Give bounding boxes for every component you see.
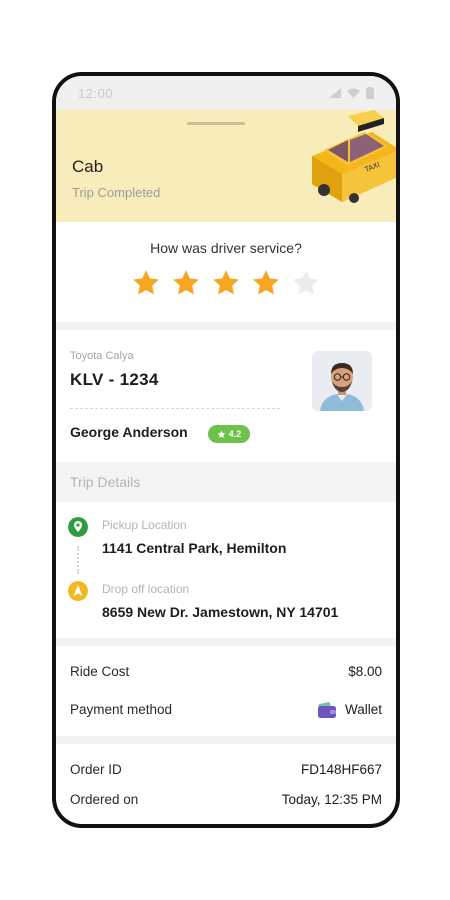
driver-rating-value: 4.2 (228, 429, 242, 439)
driver-name: George Anderson (70, 424, 188, 440)
taxi-icon: TAXI (312, 110, 396, 203)
status-time: 12:00 (78, 85, 114, 101)
dropoff-location: Drop off location 8659 New Dr. Jamestown… (56, 578, 396, 634)
payment-method-label: Payment method (70, 701, 173, 717)
order-id-label: Order ID (70, 761, 122, 777)
header-subtitle: Trip Completed (72, 185, 161, 200)
ride-cost-value: $8.00 (348, 663, 382, 679)
dropoff-address: 8659 New Dr. Jamestown, NY 14701 (102, 604, 339, 620)
section-divider (56, 322, 396, 330)
rating-section: How was driver service? (56, 222, 396, 322)
wallet-icon (317, 702, 336, 718)
phone-frame: 12:00 Cab Trip Completed TAXI How was dr… (52, 72, 400, 828)
rating-question: How was driver service? (150, 240, 302, 256)
ordered-on-label: Ordered on (70, 791, 139, 807)
star-empty-icon[interactable] (291, 268, 321, 298)
trip-details-title: Trip Details (70, 474, 141, 490)
dropoff-label: Drop off location (102, 582, 190, 596)
driver-rating-badge: 4.2 (208, 425, 250, 443)
license-plate: KLV - 1234 (70, 370, 159, 389)
section-divider (56, 736, 396, 744)
dashed-divider (70, 408, 280, 409)
star-icon[interactable] (251, 268, 281, 298)
wifi-icon (347, 88, 360, 98)
dropoff-navigation-icon (68, 581, 88, 601)
payment-method-value: Wallet (344, 701, 382, 717)
driver-card: Toyota Calya KLV - 1234 George Anderson … (56, 332, 396, 462)
order-id-row: Order ID FD148HF667 (70, 758, 382, 780)
section-divider (56, 638, 396, 646)
payment-method[interactable]: Wallet (317, 700, 382, 718)
car-model: Toyota Calya (70, 350, 134, 362)
star-icon (217, 430, 226, 438)
pickup-address: 1141 Central Park, Hemilton (102, 540, 287, 556)
pickup-label: Pickup Location (102, 518, 187, 532)
status-icons (329, 87, 374, 99)
route-connector (77, 546, 81, 574)
pickup-pin-icon (68, 517, 88, 537)
status-bar: 12:00 (56, 76, 396, 110)
trip-header: Cab Trip Completed TAXI (56, 110, 396, 222)
payment-method-row: Payment method Wallet (70, 698, 382, 720)
ordered-on-row: Ordered on Today, 12:35 PM (70, 788, 382, 810)
ride-cost-row: Ride Cost $8.00 (70, 660, 382, 682)
star-icon[interactable] (171, 268, 201, 298)
star-icon[interactable] (131, 268, 161, 298)
rating-stars (56, 268, 396, 298)
driver-avatar[interactable] (312, 351, 372, 411)
header-title: Cab (72, 157, 104, 176)
ride-cost-label: Ride Cost (70, 663, 130, 679)
trip-details-header: Trip Details (56, 462, 396, 502)
order-id-value: FD148HF667 (300, 761, 382, 777)
pickup-location: Pickup Location 1141 Central Park, Hemil… (56, 514, 396, 570)
driver-photo (312, 351, 372, 411)
sheet-handle[interactable] (187, 122, 245, 125)
star-icon[interactable] (211, 268, 241, 298)
battery-icon (366, 87, 374, 99)
signal-icon (329, 88, 341, 98)
ordered-on-value: Today, 12:35 PM (281, 791, 382, 807)
